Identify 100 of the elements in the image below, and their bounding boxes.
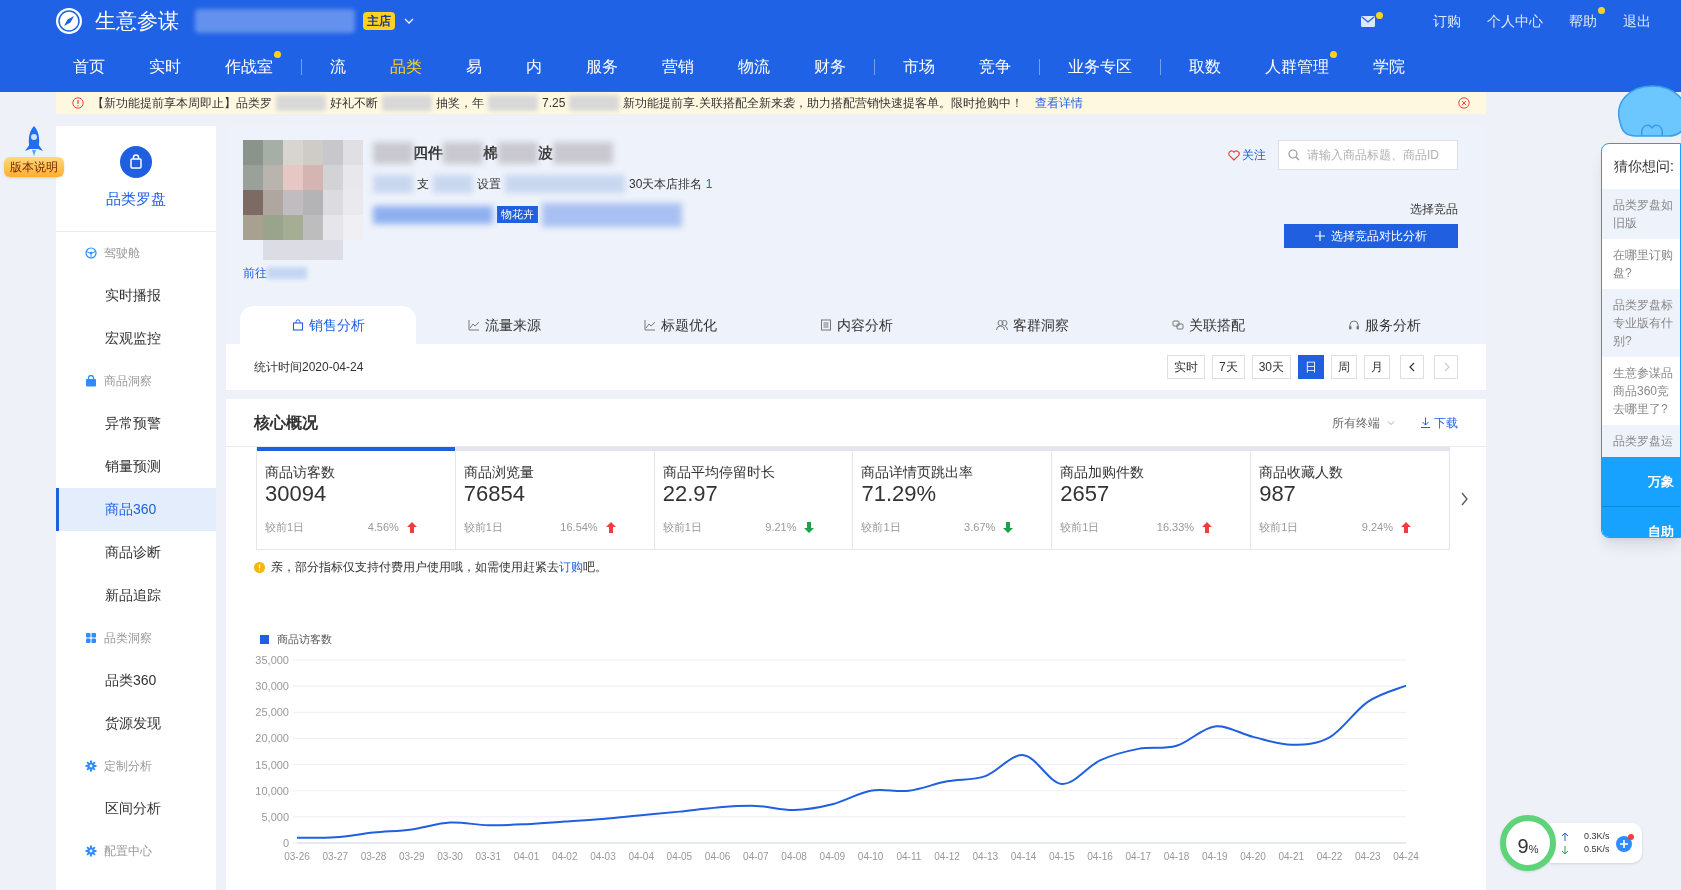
metric-change: 4.56% [367,520,399,535]
tab[interactable]: 内容分析 [768,306,944,344]
header-link[interactable]: 帮助 [1569,13,1597,29]
x-tick-label: 03-28 [360,851,387,862]
prev-button[interactable] [1400,355,1424,379]
x-tick-label: 04-12 [934,851,960,862]
metric-change: 9.24% [1361,520,1393,535]
terminal-dropdown[interactable]: 所有终端 [1332,413,1396,432]
tab[interactable]: 服务分析 [1296,306,1472,344]
nav-tab[interactable]: 营销 [662,58,694,75]
y-tick-label: 25,000 [255,706,289,719]
x-tick-label: 04-17 [1125,851,1152,862]
sidebar-item[interactable]: 实时播报 [56,274,216,317]
sidebar-item[interactable]: 异常预警 [56,402,216,445]
x-tick-label: 03-26 [284,851,310,862]
header-link[interactable]: 个人中心 [1487,13,1543,29]
period-button[interactable]: 30天 [1251,355,1291,379]
nav-tab[interactable]: 竞争 [979,58,1011,75]
nav-tab[interactable]: 财务 [814,58,846,75]
nav-tab[interactable]: 流 [330,58,346,75]
metric-card[interactable]: 商品加购件数 2657 较前1日 16.33% [1051,447,1251,549]
nav-tab[interactable]: 服务 [586,58,618,75]
tab[interactable]: 流量来源 [416,306,592,344]
question-link[interactable]: 品类罗盘标 专业版有什 别? [1602,289,1680,357]
x-tick-label: 04-18 [1163,851,1190,862]
store-link[interactable]: 前往 [243,264,267,282]
nav-tab[interactable]: 物流 [738,58,770,75]
metric-compare-label: 较前1日 [662,520,702,535]
notice-link[interactable]: 查看详情 [1034,94,1083,112]
notice-text: 抽奖，年 [436,95,484,112]
version-badge[interactable]: 版本说明 [4,157,64,177]
x-tick-label: 04-01 [513,851,540,862]
download-speed: 0.5K/s [1584,843,1610,856]
metric-card[interactable]: 商品平均停留时长 22.97 较前1日 9.21% [653,447,853,549]
nav-tab[interactable]: 实时 [149,58,181,75]
metric-value: 76854 [463,481,526,507]
compass-icon[interactable] [55,7,83,35]
percent-text: 9% [1517,836,1539,856]
metric-card[interactable]: 商品访客数 30094 较前1日 4.56% [257,447,455,549]
x-tick-label: 03-27 [322,851,349,862]
compare-button[interactable]: 选择竞品对比分析 [1284,224,1458,248]
tab[interactable]: 关联搭配 [1120,306,1296,344]
compare-label: 选择竞品 [1410,201,1458,218]
period-button[interactable]: 7天 [1211,355,1245,379]
period-button[interactable]: 日 [1298,355,1324,379]
tab[interactable]: 销售分析 [240,306,416,344]
y-tick-label: 35,000 [255,654,289,666]
blur-mask [267,267,307,279]
chevron-right-icon[interactable] [1459,491,1469,506]
nav-tab[interactable]: 作战室 [225,58,273,75]
nav-tab[interactable]: 取数 [1189,58,1221,75]
sidebar-item[interactable]: 新品追踪 [56,574,216,617]
close-icon[interactable] [1458,97,1470,109]
mail-icon[interactable] [1361,15,1375,27]
sidebar-item[interactable]: 宏观监控 [56,317,216,360]
search-field[interactable]: 请输入商品标题、商品ID [1278,140,1458,170]
x-tick-label: 04-14 [1010,851,1037,862]
sidebar-item[interactable]: 商品诊断 [56,531,216,574]
question-link[interactable]: 生意参谋品 商品360竞 去哪里了? [1602,357,1680,425]
plus-icon [1315,231,1325,241]
header-link[interactable]: 订购 [1433,13,1461,29]
question-link[interactable]: 品类罗盘运 [1602,425,1680,457]
sidebar-item[interactable]: 品类360 [56,659,216,702]
header-link[interactable]: 退出 [1623,13,1651,29]
x-tick-label: 04-13 [972,851,999,862]
subscribe-link[interactable]: 订购 [559,560,583,574]
nav-tab[interactable]: 市场 [903,58,935,75]
headset-icon [1347,319,1360,331]
x-tick-label: 04-05 [666,851,693,862]
plus-icon[interactable] [1615,834,1634,852]
stat-time: 统计时间2020-04-24 [254,359,364,376]
y-tick-label: 5,000 [261,810,289,823]
hint-text: 亲，部分指标仅支持付费用户使用哦，如需使用赶紧去订购吧。 [271,559,607,576]
nav-tab[interactable]: 学院 [1373,58,1405,75]
period-button[interactable]: 月 [1364,355,1390,379]
nav-tab[interactable]: 内 [526,58,542,75]
x-tick-label: 03-30 [437,851,463,862]
nav-tab[interactable]: 业务专区 [1068,58,1132,75]
question-link[interactable]: 品类罗盘如 旧版 [1602,189,1680,239]
download-link[interactable]: 下载 [1420,413,1458,432]
nav-tab[interactable]: 首页 [73,58,105,75]
sidebar-item[interactable]: 货源发现 [56,702,216,745]
period-button[interactable]: 实时 [1166,355,1205,379]
metric-card[interactable]: 商品详情页跳出率 71.29% 较前1日 3.67% [852,447,1052,549]
metric-card[interactable]: 商品浏览量 76854 较前1日 16.54% [454,447,654,549]
nav-tab[interactable]: 人群管理 [1265,58,1329,75]
tab[interactable]: 客群洞察 [944,306,1120,344]
rocket-icon[interactable] [22,125,46,157]
metric-card[interactable]: 商品收藏人数 987 较前1日 9.24% [1250,447,1449,549]
question-link[interactable]: 在哪里订购 盘? [1602,239,1680,289]
sidebar-item[interactable]: 销量预测 [56,445,216,488]
tab[interactable]: 标题优化 [592,306,768,344]
arrow-down-icon [1562,845,1568,854]
sidebar-item[interactable]: 区间分析 [56,787,216,830]
follow-link[interactable]: 关注 [1228,146,1266,164]
nav-tab[interactable]: 品类 [390,58,422,75]
metric-change: 16.33% [1156,520,1195,535]
sidebar-item[interactable]: 商品360 [56,488,216,531]
nav-tab[interactable]: 易 [466,58,482,75]
period-button[interactable]: 周 [1331,355,1357,379]
